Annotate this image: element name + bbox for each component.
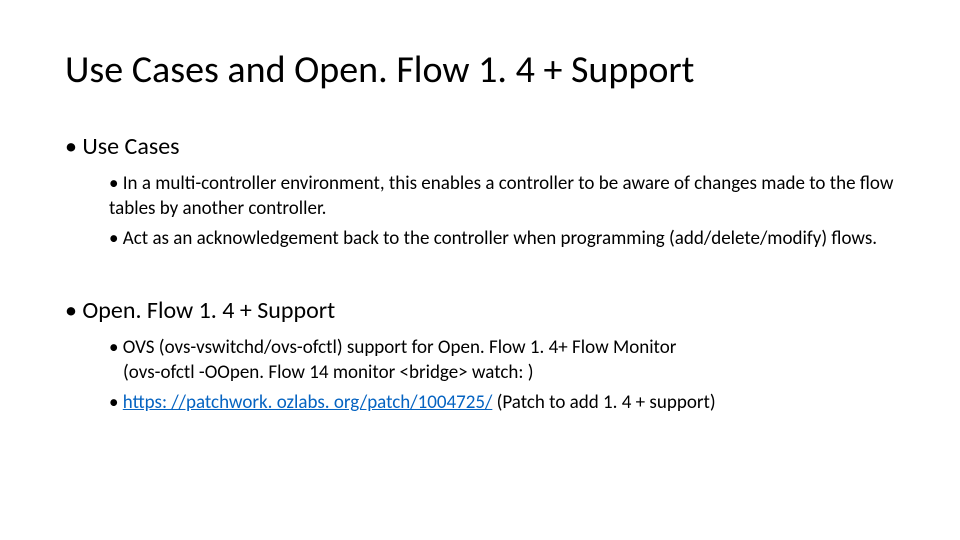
support-sublist: OVS (ovs-vswitchd/ovs-ofctl) support for… [109,335,895,416]
use-cases-sublist: In a multi-controller environment, this … [109,171,895,252]
section-heading: Open. Flow 1. 4 + Support [82,296,335,325]
slide-title: Use Cases and Open. Flow 1. 4 + Support [65,50,895,92]
content-list: Use Cases In a multi-controller environm… [65,132,895,416]
section-openflow-support: Open. Flow 1. 4 + Support OVS (ovs-vswit… [65,296,895,416]
support-item-2: https: //patchwork. ozlabs. org/patch/10… [109,390,895,416]
support-item-1: OVS (ovs-vswitchd/ovs-ofctl) support for… [109,335,895,386]
section-use-cases: Use Cases In a multi-controller environm… [65,132,895,252]
support-text-1-line1: OVS (ovs-vswitchd/ovs-ofctl) support for… [123,336,677,359]
use-case-text-1: In a multi-controller environment, this … [109,172,893,221]
patchwork-link[interactable]: https: //patchwork. ozlabs. org/patch/10… [123,391,493,414]
support-text-1-line2: (ovs-ofctl -OOpen. Flow 14 monitor <brid… [109,360,895,386]
slide: Use Cases and Open. Flow 1. 4 + Support … [0,0,960,416]
use-case-item-1: In a multi-controller environment, this … [109,171,895,222]
use-case-item-2: Act as an acknowledgement back to the co… [109,226,895,252]
section-heading: Use Cases [82,132,179,161]
patch-note: (Patch to add 1. 4 + support) [492,391,715,414]
use-case-text-2: Act as an acknowledgement back to the co… [123,227,877,250]
